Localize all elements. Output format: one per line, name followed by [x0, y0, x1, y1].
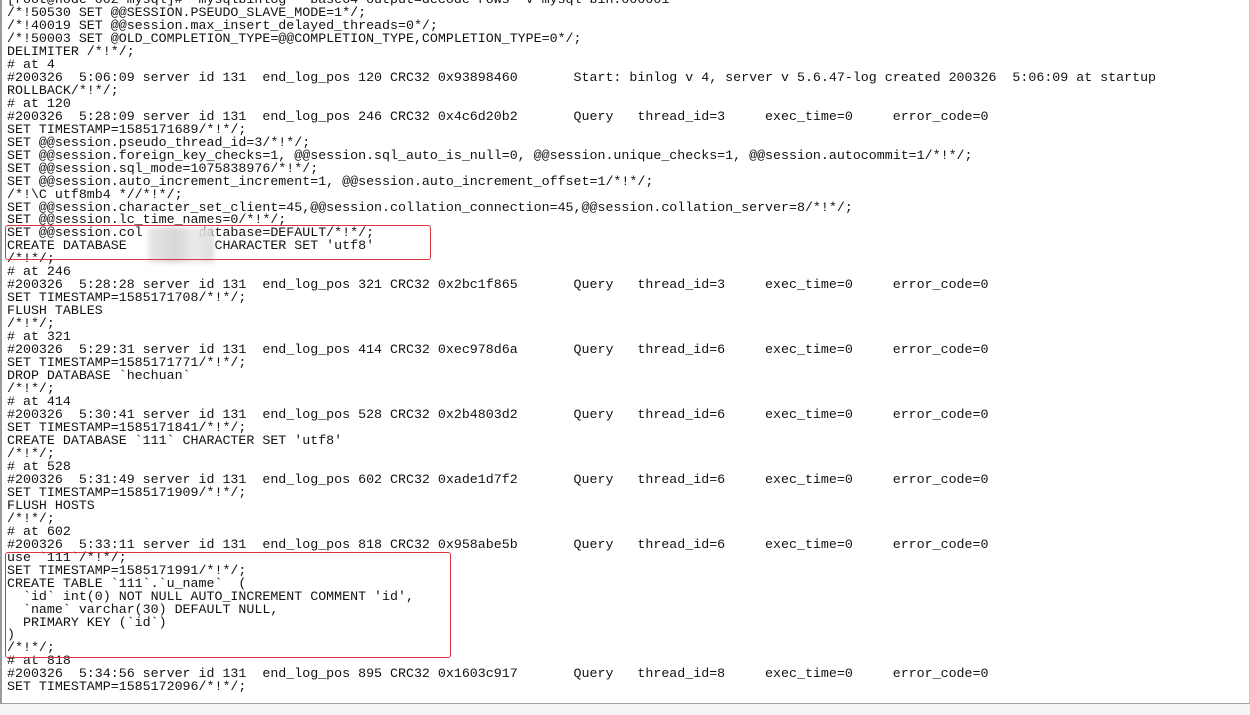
terminal-line: CREATE DATABASE `111` CHARACTER SET 'utf… — [7, 432, 343, 448]
terminal-line: /*!*/; — [7, 316, 55, 332]
terminal-line: /*!*/; — [7, 445, 55, 461]
terminal-line: #200326 5:06:09 server id 131 end_log_po… — [7, 69, 1157, 85]
terminal-line: DROP DATABASE `hechuan` — [7, 368, 191, 384]
terminal-line: /*!*/; — [7, 381, 55, 397]
status-bar — [0, 704, 1250, 715]
highlight-box-create-table — [5, 552, 451, 658]
highlight-box-create-database — [5, 225, 431, 260]
terminal-line: DELIMITER /*!*/; — [7, 43, 135, 59]
terminal-line: SET TIMESTAMP=1585171909/*!*/; — [7, 484, 247, 500]
terminal-line: SET TIMESTAMP=1585171708/*!*/; — [7, 290, 247, 306]
terminal-line: ROLLBACK/*!*/; — [7, 82, 119, 98]
terminal-line: FLUSH TABLES — [7, 303, 103, 319]
terminal-window[interactable]: [root@node-002 mysql]# mysqlbinlog --bas… — [0, 0, 1250, 704]
terminal-line: /*!*/; — [7, 510, 55, 526]
terminal-line: #200326 5:33:11 server id 131 end_log_po… — [7, 536, 989, 552]
terminal-line: FLUSH HOSTS — [7, 497, 95, 513]
terminal-line: /*!50003 SET @OLD_COMPLETION_TYPE=@@COMP… — [7, 30, 582, 46]
terminal-line: SET TIMESTAMP=1585172096/*!*/; — [7, 679, 247, 695]
